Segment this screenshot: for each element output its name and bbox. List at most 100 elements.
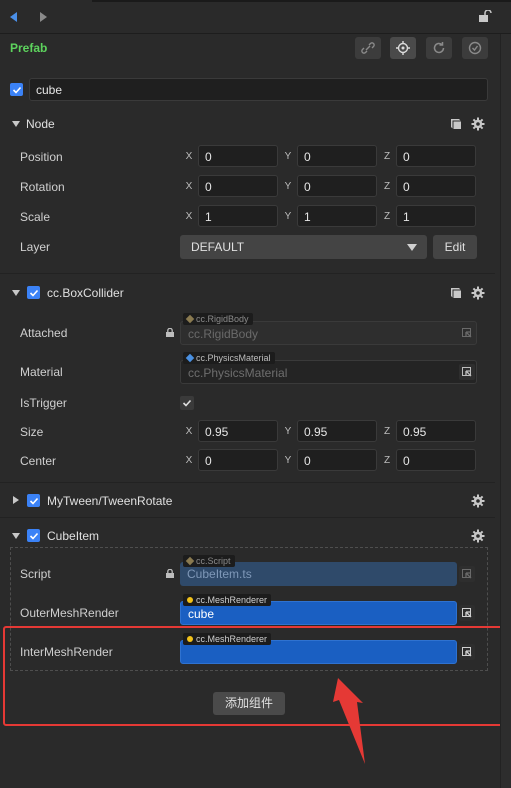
- locate-prefab-button[interactable]: [390, 37, 416, 59]
- axis-z-label: Z: [383, 455, 391, 466]
- target-icon: [396, 41, 410, 55]
- boxcollider-title: cc.BoxCollider: [47, 286, 124, 300]
- tween-settings-gear-icon[interactable]: [471, 494, 485, 508]
- script-value: CubeItem.ts: [187, 567, 252, 581]
- apply-prefab-button[interactable]: [462, 37, 488, 59]
- position-x-field[interactable]: 0: [198, 145, 278, 167]
- size-x-field[interactable]: 0.95: [198, 420, 278, 442]
- boxcollider-enabled-checkbox[interactable]: [27, 286, 40, 299]
- material-picker-button[interactable]: [459, 364, 475, 380]
- picker-arrow-icon: [462, 328, 472, 338]
- highlight-annotation-box: [3, 626, 504, 726]
- mesh-renderer-dot-icon: [187, 597, 193, 603]
- cubeitem-enabled-checkbox[interactable]: [27, 529, 40, 542]
- cubeitem-settings-gear-icon[interactable]: [471, 529, 485, 543]
- check-circle-icon: [468, 41, 482, 55]
- attached-type-tag: cc.RigidBody: [183, 313, 253, 325]
- section-divider: [0, 517, 495, 518]
- tween-enabled-checkbox[interactable]: [27, 494, 40, 507]
- node-active-checkbox[interactable]: [10, 83, 23, 96]
- istrigger-label: IsTrigger: [20, 396, 67, 410]
- axis-z-label: Z: [383, 426, 391, 437]
- outer-mesh-picker-button[interactable]: [459, 605, 475, 621]
- annotation-arrow: [333, 678, 365, 764]
- layer-select[interactable]: DEFAULT: [180, 235, 427, 259]
- scale-y-field[interactable]: 1: [297, 205, 377, 227]
- outer-mesh-label: OuterMeshRender: [20, 606, 119, 620]
- refresh-icon: [433, 42, 445, 54]
- material-type-tag: cc.PhysicsMaterial: [183, 352, 275, 364]
- forward-arrow-icon[interactable]: [40, 12, 47, 22]
- outer-mesh-value: cube: [188, 607, 215, 621]
- center-z-field[interactable]: 0: [396, 449, 476, 471]
- size-y-field[interactable]: 0.95: [297, 420, 377, 442]
- outer-mesh-type-tag: cc.MeshRenderer: [183, 594, 272, 606]
- layer-edit-button[interactable]: Edit: [433, 235, 477, 259]
- scale-z-field[interactable]: 1: [396, 205, 476, 227]
- position-z-field[interactable]: 0: [396, 145, 476, 167]
- rotation-x-field[interactable]: 0: [198, 175, 278, 197]
- node-collapse-icon[interactable]: [12, 121, 20, 127]
- scrollbar-track[interactable]: [500, 34, 511, 788]
- help-book-icon[interactable]: [449, 118, 462, 130]
- axis-x-label: X: [185, 455, 193, 466]
- attached-tag-label: cc.RigidBody: [196, 314, 249, 324]
- rotation-z-field[interactable]: 0: [396, 175, 476, 197]
- tween-expand-icon[interactable]: [13, 496, 19, 504]
- help-book-icon[interactable]: [449, 287, 462, 299]
- axis-z-label: Z: [383, 211, 391, 222]
- material-placeholder: cc.PhysicsMaterial: [188, 366, 288, 380]
- cubeitem-collapse-icon[interactable]: [12, 533, 20, 539]
- prefab-title: Prefab: [10, 41, 48, 55]
- scale-x-field[interactable]: 1: [198, 205, 278, 227]
- unlink-icon: [361, 42, 375, 54]
- center-x-field[interactable]: 0: [198, 449, 278, 471]
- layer-label: Layer: [20, 240, 51, 254]
- attached-label: Attached: [20, 326, 68, 340]
- unlink-prefab-button[interactable]: [355, 37, 381, 59]
- axis-y-label: Y: [284, 211, 292, 222]
- attached-placeholder: cc.RigidBody: [188, 327, 259, 341]
- position-label: Position: [20, 150, 63, 164]
- top-bar: [0, 0, 511, 34]
- node-name-input[interactable]: cube: [29, 78, 488, 101]
- axis-x-label: X: [185, 426, 193, 437]
- position-y-field[interactable]: 0: [297, 145, 377, 167]
- center-y-field[interactable]: 0: [297, 449, 377, 471]
- unlock-icon[interactable]: [478, 9, 492, 22]
- layer-select-value: DEFAULT: [191, 240, 245, 254]
- axis-y-label: Y: [284, 426, 292, 437]
- axis-z-label: Z: [383, 151, 391, 162]
- checkmark-icon: [182, 399, 192, 407]
- node-settings-gear-icon[interactable]: [471, 117, 485, 131]
- picker-arrow-icon: [462, 608, 472, 618]
- attached-picker-button[interactable]: [459, 325, 475, 341]
- script-type-tag: cc.Script: [183, 555, 235, 567]
- scale-label: Scale: [20, 210, 51, 224]
- script-label: Script: [20, 567, 51, 581]
- dropdown-caret-icon: [407, 244, 417, 251]
- boxcollider-collapse-icon[interactable]: [12, 290, 20, 296]
- axis-y-label: Y: [284, 151, 292, 162]
- outer-mesh-tag-label: cc.MeshRenderer: [196, 595, 268, 605]
- istrigger-checkbox[interactable]: [180, 396, 194, 410]
- rotation-label: Rotation: [20, 180, 65, 194]
- size-z-field[interactable]: 0.95: [396, 420, 476, 442]
- cubeitem-title: CubeItem: [47, 529, 100, 543]
- picker-arrow-icon: [462, 569, 472, 579]
- lock-icon: [166, 328, 174, 337]
- panel-top-rule: [92, 0, 511, 2]
- material-diamond-icon: [185, 353, 195, 363]
- section-divider: [0, 482, 495, 483]
- picker-arrow-icon: [462, 367, 472, 377]
- script-picker-button[interactable]: [459, 566, 475, 582]
- size-label: Size: [20, 425, 44, 439]
- node-section-title: Node: [26, 117, 55, 131]
- script-tag-label: cc.Script: [196, 556, 231, 566]
- rotation-y-field[interactable]: 0: [297, 175, 377, 197]
- back-arrow-icon[interactable]: [10, 12, 17, 22]
- section-divider: [0, 273, 495, 274]
- script-diamond-icon: [185, 556, 195, 566]
- revert-prefab-button[interactable]: [426, 37, 452, 59]
- boxcollider-settings-gear-icon[interactable]: [471, 286, 485, 300]
